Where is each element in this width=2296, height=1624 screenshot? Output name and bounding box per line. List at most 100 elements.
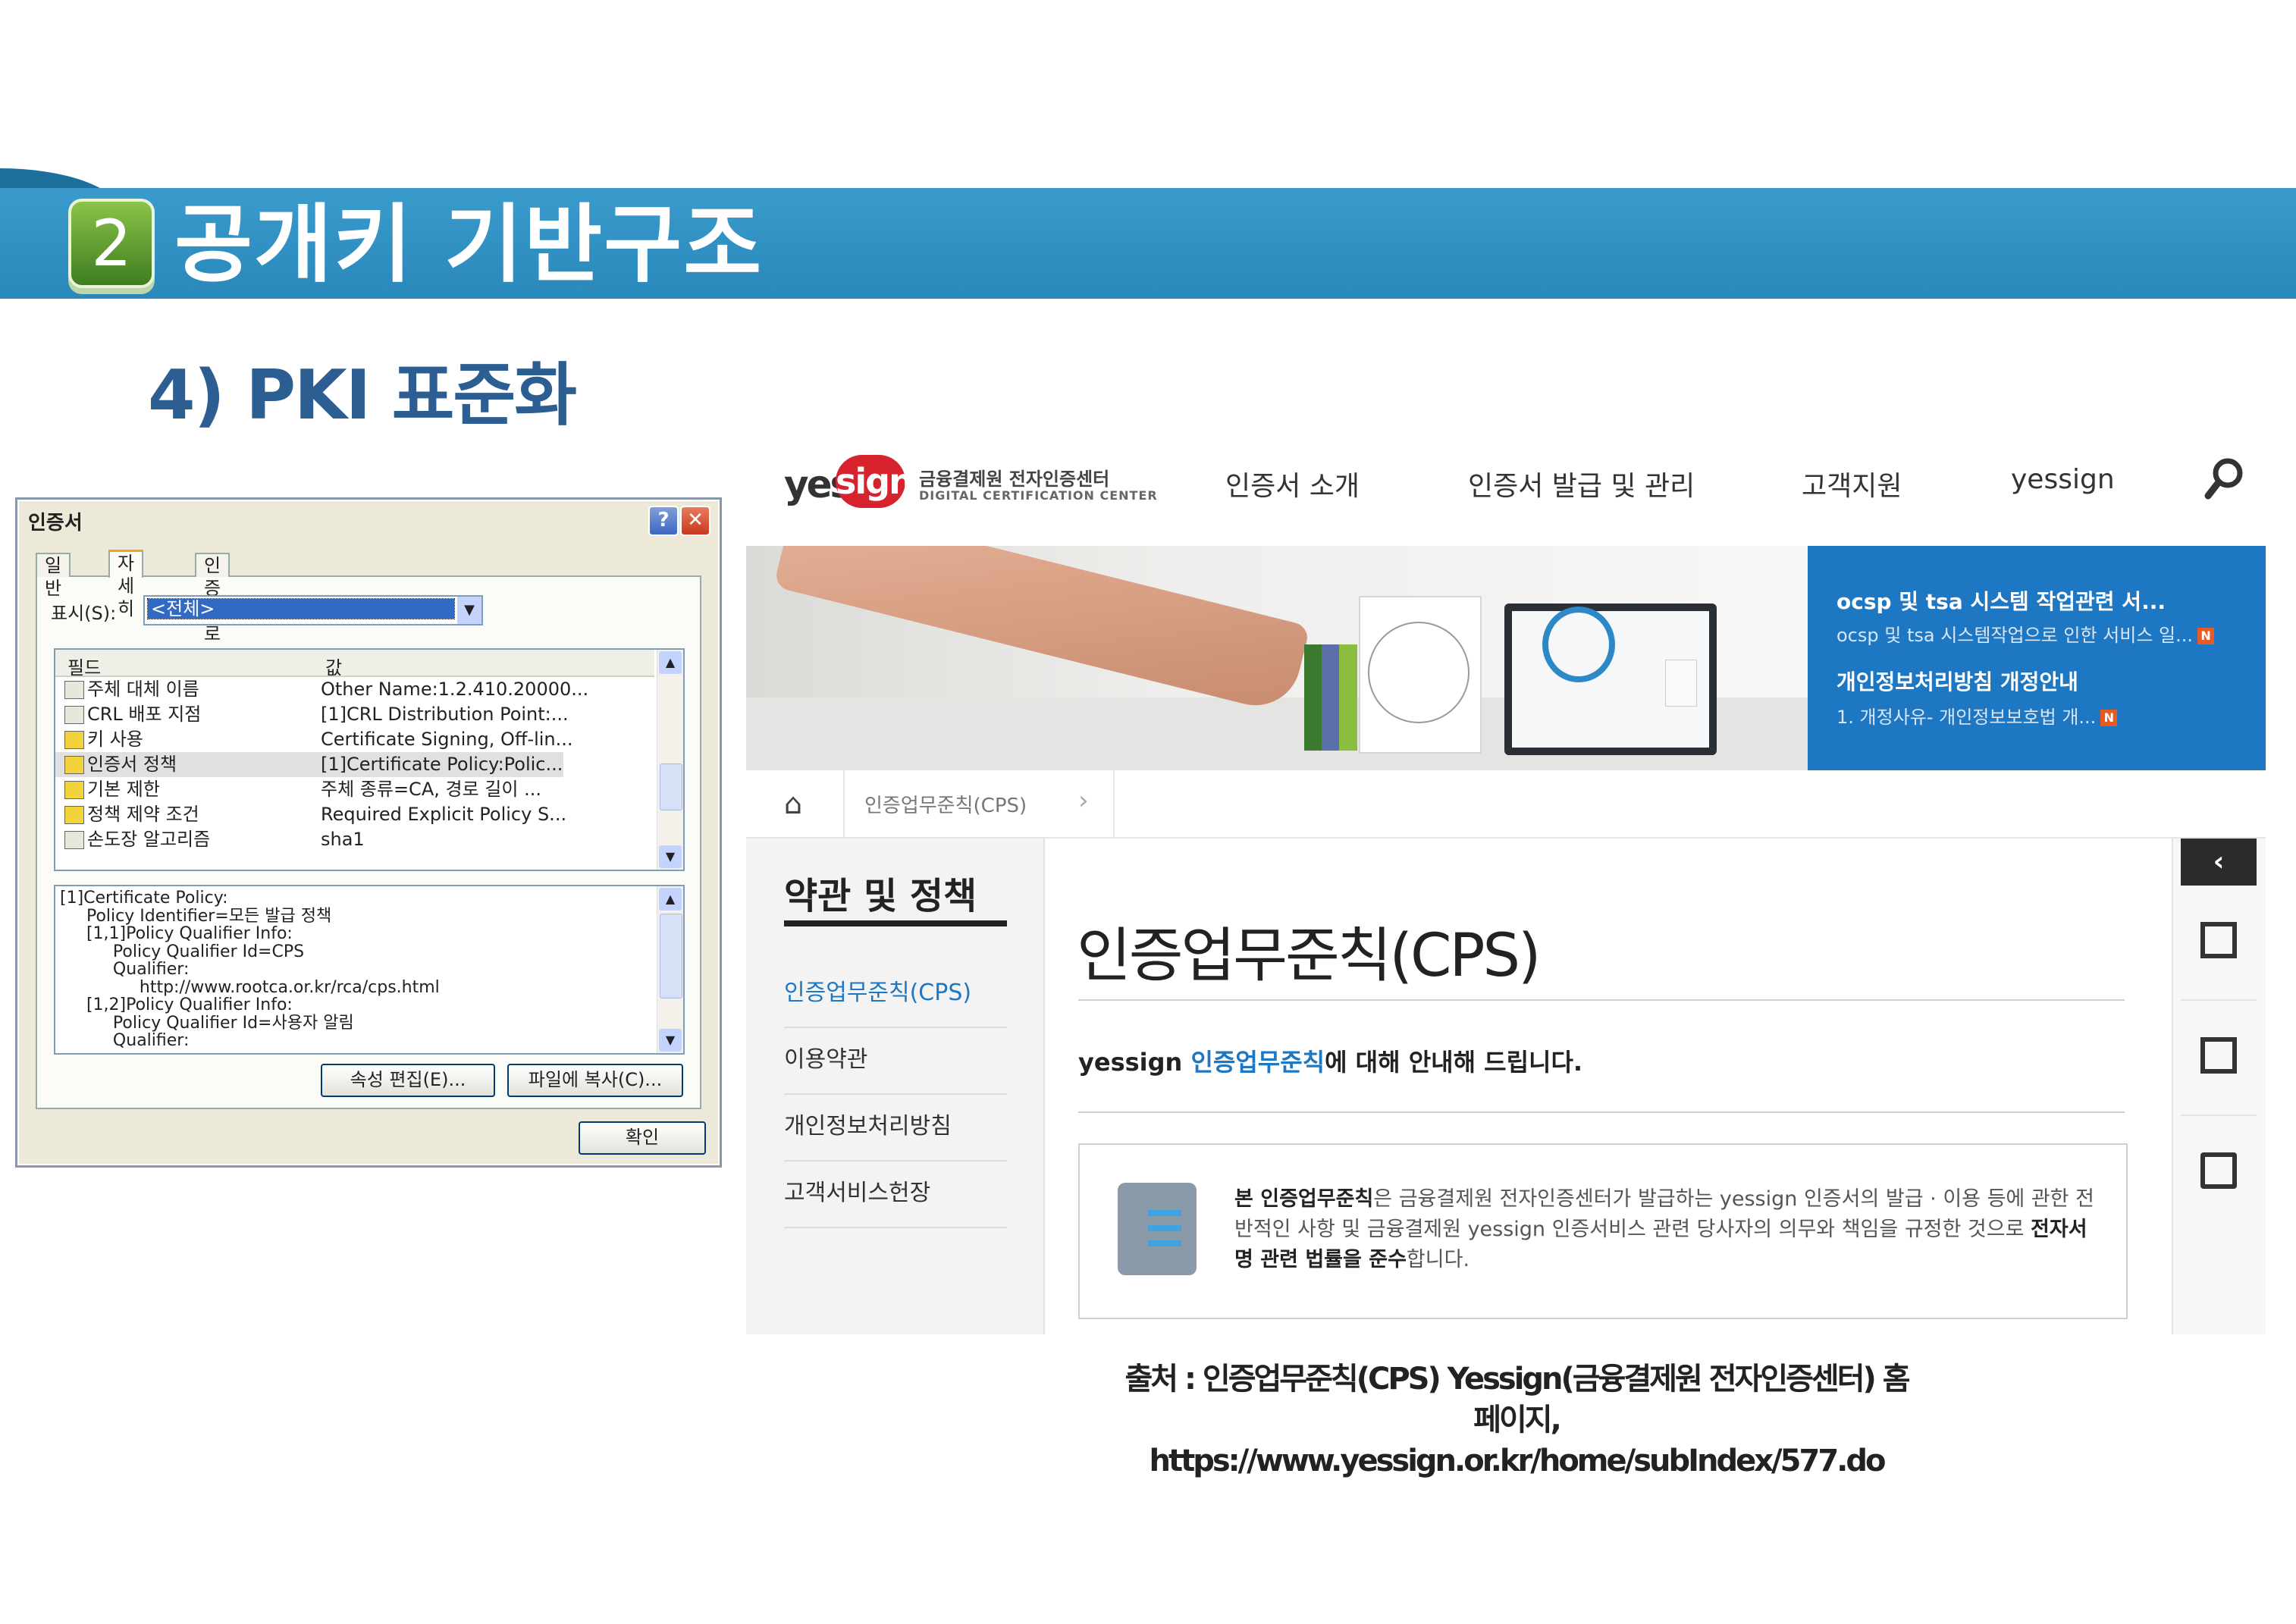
logo-korean: 금융결제원 전자인증센터 (919, 469, 1110, 490)
scroll-thumb[interactable] (660, 914, 682, 999)
news-title[interactable]: 개인정보처리방침 개정안내 (1836, 666, 2078, 696)
side-menu: 약관 및 정책 인증업무준칙(CPS) 이용약관 개인정보처리방침 고객서비스헌… (746, 839, 1045, 1334)
news-panel: ocsp 및 tsa 시스템 작업관련 서... ocsp 및 tsa 시스템작… (1808, 546, 2266, 770)
field-row[interactable]: 정책 제약 조건 Required Explicit Policy S... (55, 802, 654, 827)
field-row-selected[interactable]: 인증서 정책 [1]Certificate Policy:Polic... (55, 752, 563, 777)
list-scrollbar[interactable]: ▲ ▼ (657, 650, 683, 870)
side-menu-title: 약관 및 정책 (784, 875, 977, 917)
field-name: 키 사용 (87, 729, 143, 750)
field-list[interactable]: 필드 값 주체 대체 이름 Other Name:1.2.410.20000...… (54, 648, 685, 871)
rail-toggle-button[interactable]: ‹ (2181, 839, 2257, 886)
side-item-charter[interactable]: 고객서비스헌장 (784, 1160, 1007, 1228)
field-detail-text: [1]Certificate Policy: Policy Identifier… (60, 889, 440, 1050)
field-value: sha1 (321, 829, 365, 850)
help-button[interactable]: ? (648, 506, 679, 536)
field-value: Required Explicit Policy S... (321, 804, 567, 825)
news-title[interactable]: ocsp 및 tsa 시스템 작업관련 서... (1836, 585, 2166, 616)
field-value: Certificate Signing, Off-lin... (321, 729, 573, 750)
scroll-up-icon[interactable]: ▲ (659, 651, 682, 674)
side-title-underline (784, 920, 1007, 926)
column-header-field[interactable]: 필드 (67, 653, 101, 679)
detail-scrollbar[interactable]: ▲ ▼ (657, 886, 683, 1053)
field-row[interactable]: 주체 대체 이름 Other Name:1.2.410.20000... (55, 677, 654, 702)
column-header-value[interactable]: 값 (325, 653, 342, 679)
warning-field-icon (64, 756, 84, 774)
warning-field-icon (64, 781, 84, 799)
field-name: 주체 대체 이름 (87, 679, 199, 700)
monitor-icon[interactable] (2181, 886, 2257, 1001)
side-item-terms[interactable]: 이용약관 (784, 1027, 1007, 1095)
news-summary[interactable]: 1. 개정사유- 개인정보보호법 개... N (1836, 702, 2118, 729)
breadcrumb: ⌂ 인증업무준칙(CPS) › (746, 770, 2266, 839)
tab-general[interactable]: 일반 (36, 553, 71, 599)
cps-info-text: 본 인증업무준칙은 금융결제원 전자인증센터가 발급하는 yessign 인증서… (1234, 1187, 2094, 1271)
field-detail-box[interactable]: [1]Certificate Policy: Policy Identifier… (54, 885, 685, 1055)
field-row[interactable]: 키 사용 Certificate Signing, Off-lin... (55, 727, 654, 752)
slide-subtitle: 4) PKI 표준화 (148, 356, 577, 435)
hero-pencil-cup (1665, 660, 1697, 707)
breadcrumb-current[interactable]: 인증업무준칙(CPS) (864, 790, 1027, 818)
search-icon[interactable] (2203, 455, 2246, 503)
field-row[interactable]: CRL 배포 지점 [1]CRL Distribution Point:... (55, 702, 654, 727)
source-line-2: https://www.yessign.or.kr/home/subIndex/… (1149, 1444, 1887, 1478)
quick-menu-rail: ‹ (2172, 839, 2266, 1334)
field-name: 인증서 정책 (87, 754, 177, 775)
source-line-1: 출처 : 인증업무준칙(CPS) Yessign(금융결제원 전자인증센터) 홈… (1124, 1362, 1910, 1437)
hero-books (1304, 644, 1357, 751)
hero-hand-image (773, 546, 1311, 715)
scroll-down-icon[interactable]: ▼ (659, 1029, 682, 1052)
news-summary[interactable]: ocsp 및 tsa 시스템작업으로 인한 서비스 일... N (1836, 620, 2215, 647)
nav-yessign[interactable]: yessign (2011, 464, 2115, 495)
tab-cert-path[interactable]: 인증 경로 (195, 553, 231, 644)
cps-info-box: 본 인증업무준칙은 금융결제원 전자인증센터가 발급하는 yessign 인증서… (1078, 1143, 2128, 1319)
warning-field-icon (64, 731, 84, 749)
scroll-up-icon[interactable]: ▲ (659, 888, 682, 911)
lead-link: 인증업무준칙 (1190, 1048, 1325, 1077)
logo-sign[interactable]: sign (836, 455, 914, 508)
field-rows: 주체 대체 이름 Other Name:1.2.410.20000... CRL … (55, 677, 654, 852)
nav-cert-intro[interactable]: 인증서 소개 (1225, 464, 1360, 503)
hero-banner (746, 546, 1808, 770)
divider (1078, 1111, 2125, 1113)
chevron-down-icon[interactable]: ▼ (457, 597, 481, 624)
breadcrumb-divider (1113, 770, 1115, 837)
field-name: 기본 제한 (87, 779, 160, 800)
tab-details[interactable]: 자세히 (108, 550, 144, 619)
show-select-value: <전체> (147, 598, 455, 619)
field-name: 손도장 알고리즘 (87, 829, 211, 850)
cursor-window-icon[interactable] (2181, 1001, 2257, 1116)
divider (1078, 999, 2125, 1001)
chevron-right-icon[interactable]: › (1078, 785, 1089, 816)
copy-to-file-button[interactable]: 파일에 복사(C)... (507, 1064, 683, 1097)
hero-seal-icon (1368, 622, 1470, 723)
page-title: 인증업무준칙(CPS) (1077, 922, 1541, 990)
show-select[interactable]: <전체> ▼ (143, 595, 483, 625)
nav-support[interactable]: 고객지원 (1802, 464, 1902, 503)
warning-field-icon (64, 806, 84, 824)
home-icon[interactable]: ⌂ (784, 787, 802, 820)
new-badge: N (2197, 628, 2215, 644)
lock-icon (1542, 607, 1615, 682)
field-value: [1]Certificate Policy:Polic... (321, 754, 563, 775)
new-badge: N (2100, 710, 2118, 726)
field-row[interactable]: 기본 제한 주체 종류=CA, 경로 길이 ... (55, 777, 654, 802)
archive-icon[interactable] (2181, 1116, 2257, 1230)
cert-field-icon (64, 706, 84, 724)
ok-button[interactable]: 확인 (579, 1121, 706, 1155)
scroll-thumb[interactable] (660, 763, 682, 810)
side-item-cps[interactable]: 인증업무준칙(CPS) (784, 960, 1007, 1028)
side-item-privacy[interactable]: 개인정보처리방침 (784, 1093, 1007, 1162)
source-caption: 출처 : 인증업무준칙(CPS) Yessign(금융결제원 전자인증센터) 홈… (1115, 1359, 1918, 1481)
scroll-down-icon[interactable]: ▼ (659, 845, 682, 868)
edit-properties-button[interactable]: 속성 편집(E)... (321, 1064, 495, 1097)
field-row[interactable]: 손도장 알고리즘 sha1 (55, 827, 654, 852)
yessign-website: yes sign 금융결제원 전자인증센터 DIGITAL CERTIFICAT… (746, 432, 2266, 1334)
slide-title: 공개키 기반구조 (174, 196, 764, 294)
field-value: [1]CRL Distribution Point:... (321, 704, 569, 725)
close-button[interactable]: ✕ (680, 506, 710, 536)
nav-cert-issue[interactable]: 인증서 발급 및 관리 (1468, 464, 1695, 503)
field-value: Other Name:1.2.410.20000... (321, 679, 589, 700)
field-name: CRL 배포 지점 (87, 704, 202, 725)
field-value: 주체 종류=CA, 경로 길이 ... (321, 779, 541, 800)
document-icon (1118, 1183, 1197, 1275)
